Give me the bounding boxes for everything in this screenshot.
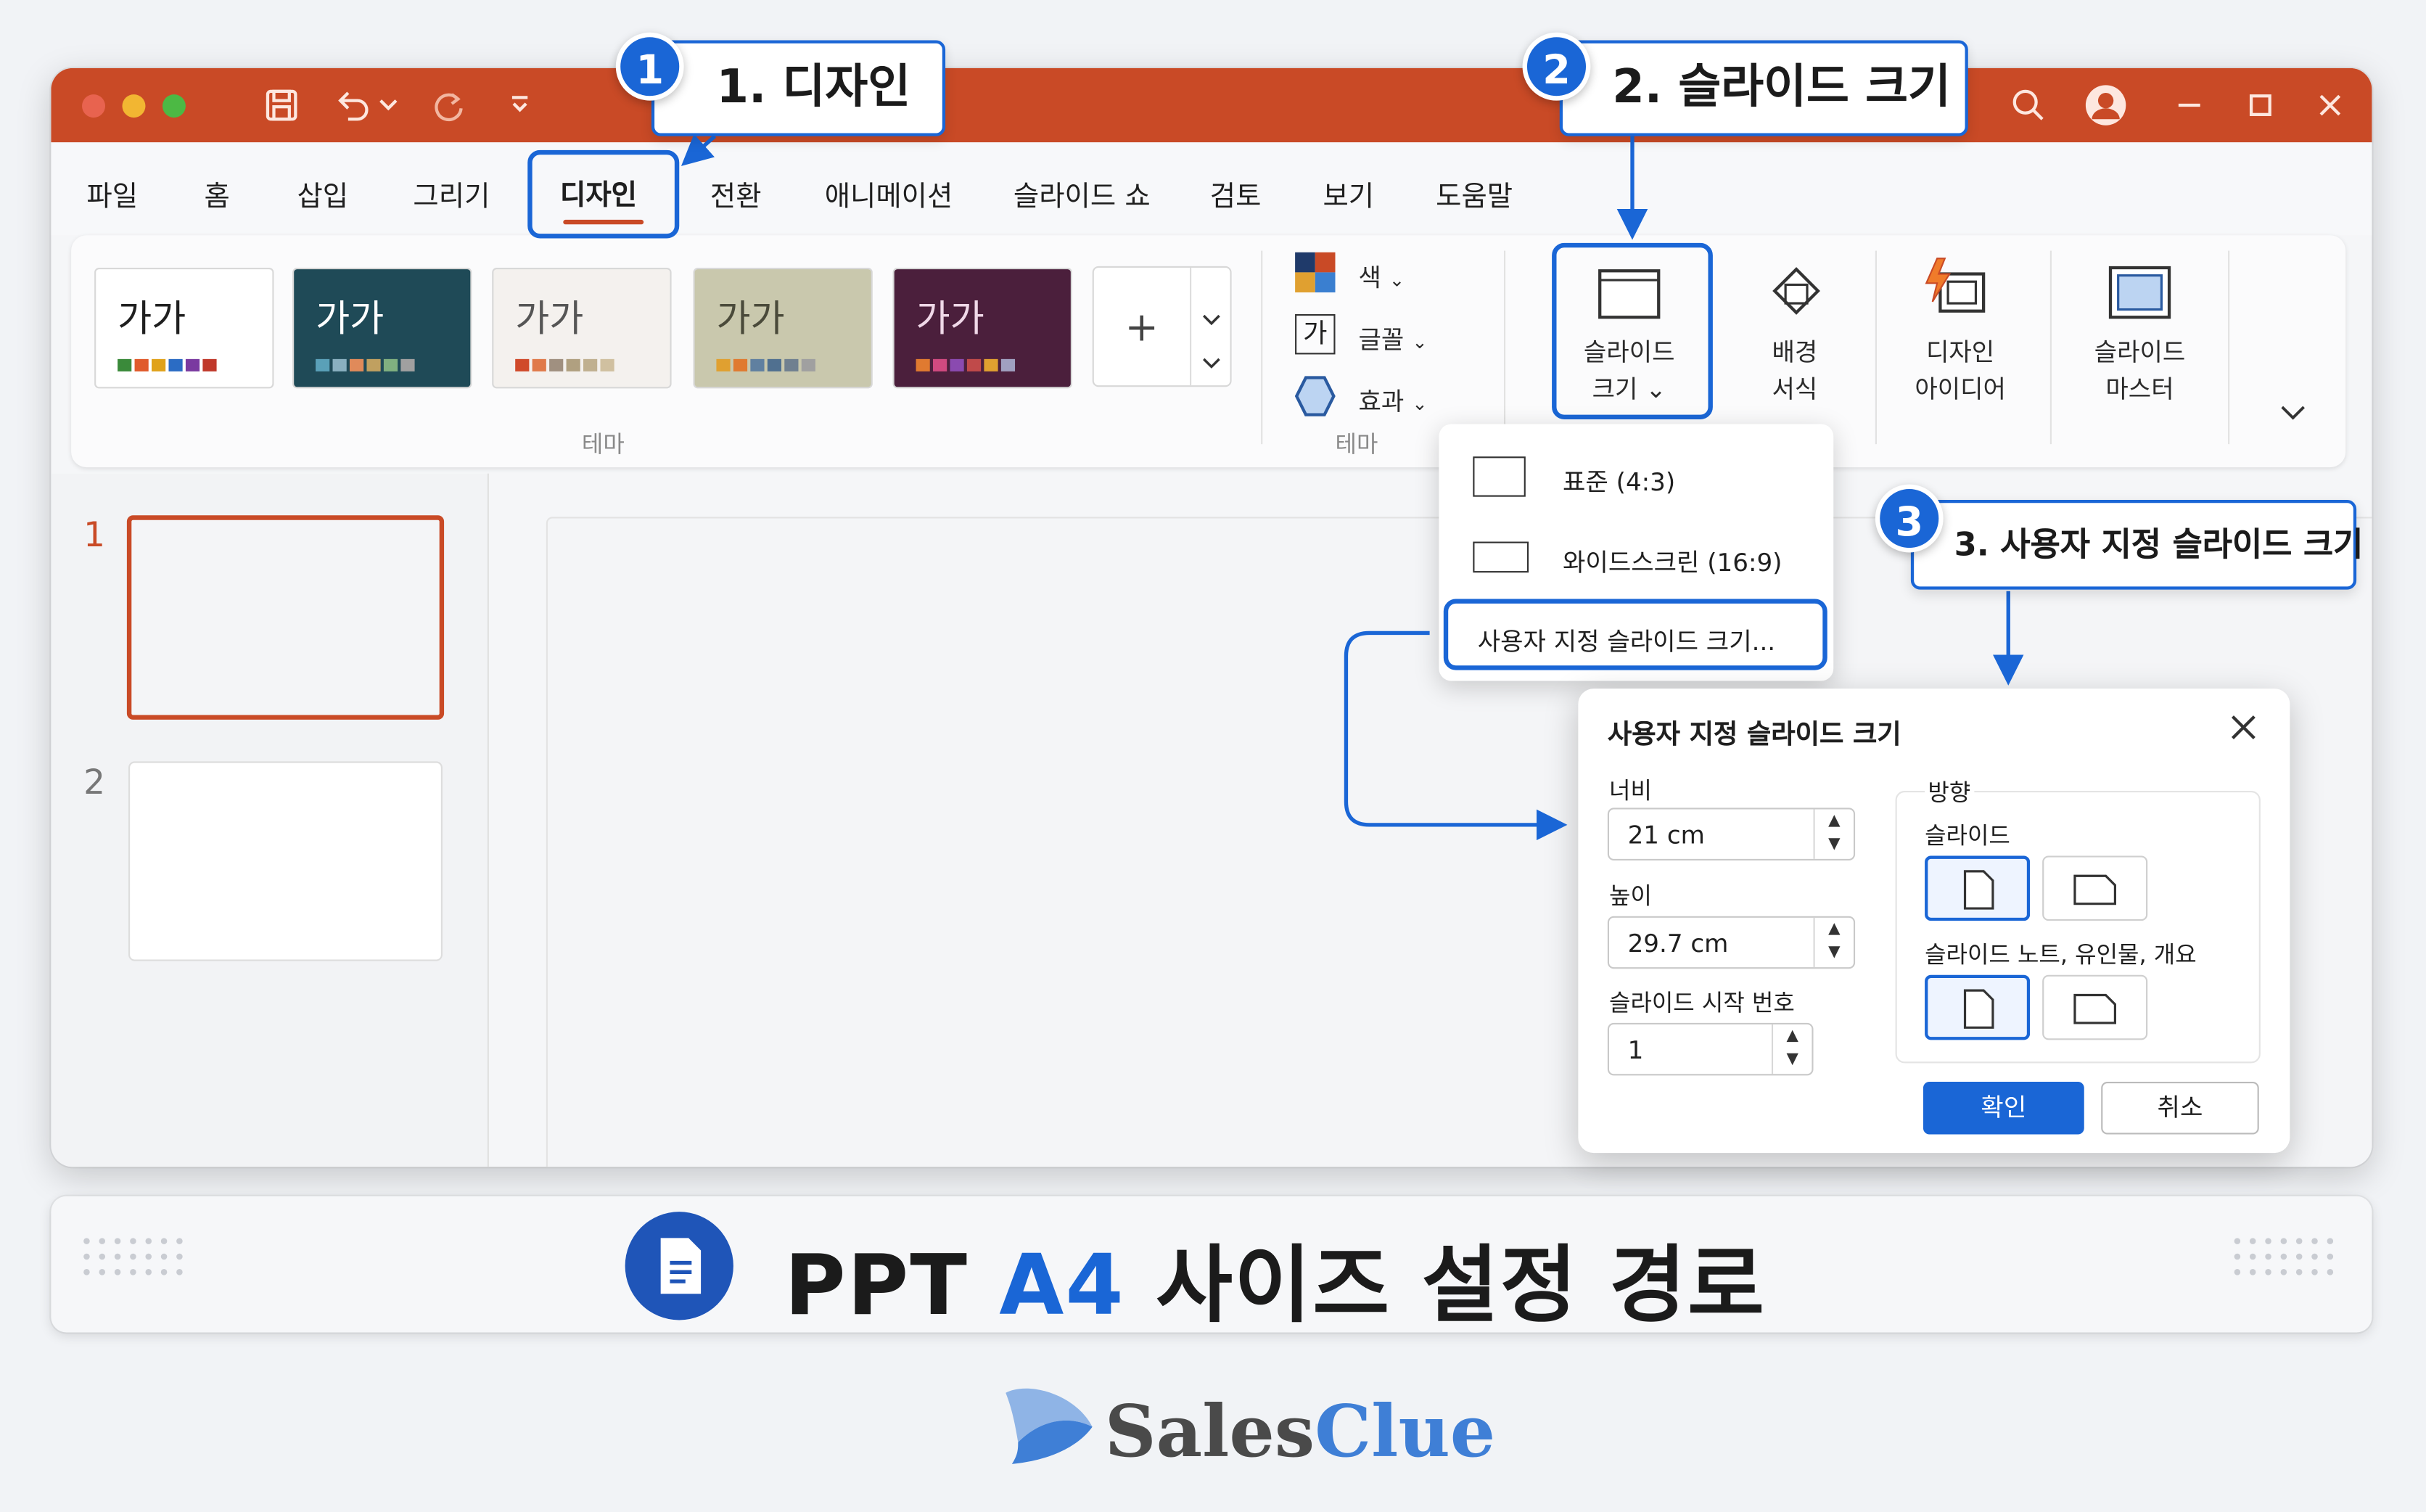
salesclue-wing-icon <box>1006 1388 1093 1464</box>
callout-step-3: 3. 사용자 지정 슬라이드 크기 <box>1910 499 2363 590</box>
logo-text-clue: Clue <box>1315 1389 1496 1474</box>
document-icon <box>625 1212 733 1320</box>
step-badge-3: 3 <box>1875 484 1944 553</box>
decorative-dots-right <box>2234 1238 2334 1275</box>
banner-title-part2: 사이즈 설정 경로 <box>1124 1236 1767 1334</box>
banner-title-accent: A4 <box>999 1236 1125 1334</box>
callout-step-2: 2. 슬라이드 크기 <box>1559 40 1968 136</box>
logo-text-sales: Sales <box>1104 1389 1315 1474</box>
decorative-dots-left <box>83 1238 183 1275</box>
step-badge-1: 1 <box>615 32 684 101</box>
salesclue-logo: SalesClue <box>1105 1389 1495 1473</box>
page-root: 파일 홈 삽입 그리기 디자인 전환 애니메이션 슬라이드 쇼 검토 보기 도움… <box>0 0 2426 1512</box>
banner-title: PPT A4 사이즈 설정 경로 <box>784 1217 1766 1339</box>
callout-step-1: 1. 디자인 <box>651 40 946 136</box>
step-badge-2: 2 <box>1522 32 1591 101</box>
banner-title-part1: PPT <box>784 1236 1000 1334</box>
